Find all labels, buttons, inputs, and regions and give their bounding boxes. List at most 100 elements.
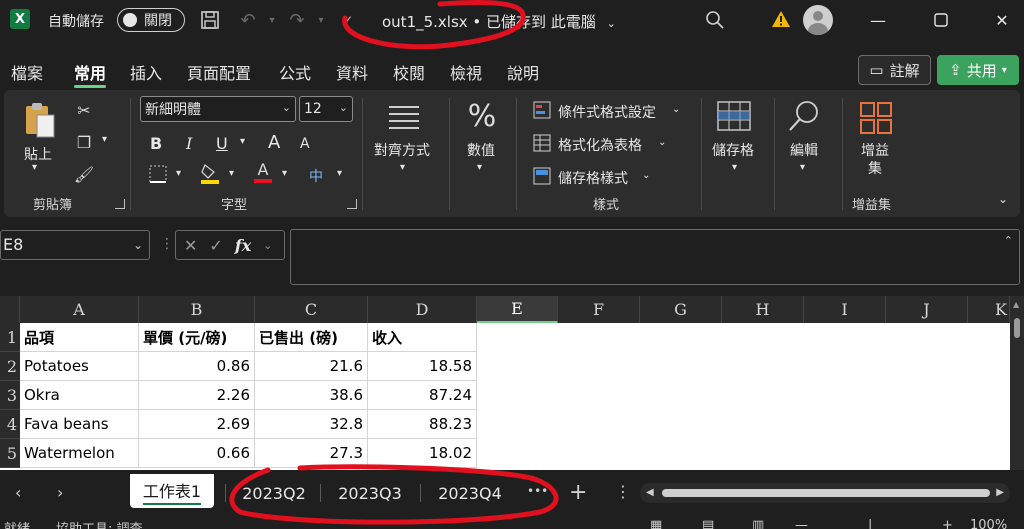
font-launcher-icon[interactable] [347, 199, 357, 209]
tab-view[interactable]: 檢視 [450, 60, 482, 84]
chevron-down-icon[interactable]: ⌄ [658, 137, 666, 148]
table-cell[interactable]: 0.66 [139, 439, 255, 468]
italic-button[interactable]: I [186, 134, 192, 153]
format-as-table-label[interactable]: 格式化為表格 [558, 135, 642, 155]
underline-dropdown-icon[interactable]: ▾ [240, 136, 245, 147]
editing-dropdown-icon[interactable]: ▾ [800, 162, 805, 173]
close-icon[interactable]: ✕ [990, 8, 1014, 32]
page-layout-view-icon[interactable]: ▤ [702, 518, 714, 529]
alignment-icon[interactable] [386, 102, 422, 132]
warning-icon[interactable] [771, 10, 791, 28]
table-cell[interactable]: 18.58 [368, 352, 477, 381]
horizontal-scrollbar[interactable]: ◀ ▶ [640, 483, 1010, 503]
phonetic-guide-button[interactable]: 中 [309, 166, 323, 186]
underline-button[interactable]: U [216, 134, 228, 153]
enter-icon[interactable]: ✓ [209, 236, 222, 255]
font-color-icon[interactable]: A [253, 160, 273, 184]
zoom-in-icon[interactable]: + [942, 518, 953, 529]
scrollbar-thumb[interactable] [1014, 318, 1020, 338]
cancel-icon[interactable]: ✕ [184, 236, 197, 255]
fill-color-icon[interactable] [200, 162, 220, 184]
select-all-corner[interactable] [0, 296, 20, 323]
table-cell[interactable]: 87.24 [368, 381, 477, 410]
font-color-dropdown-icon[interactable]: ▾ [282, 168, 287, 179]
borders-dropdown-icon[interactable]: ▾ [176, 168, 181, 179]
table-cell[interactable]: 88.23 [368, 410, 477, 439]
redo-icon[interactable]: ↷ [285, 8, 309, 32]
cells-dropdown-icon[interactable]: ▾ [732, 162, 737, 173]
add-ins-icon[interactable] [858, 100, 894, 136]
sheet-tab-2023q3[interactable]: 2023Q3 [323, 478, 417, 508]
tab-insert[interactable]: 插入 [130, 60, 162, 84]
table-cell[interactable]: 0.86 [139, 352, 255, 381]
borders-icon[interactable] [148, 164, 168, 184]
insert-function-button[interactable]: fx [235, 236, 251, 255]
autosave-toggle[interactable]: 關閉 [117, 8, 185, 32]
table-cell[interactable]: Potatoes [20, 352, 139, 381]
maximize-icon[interactable] [929, 8, 953, 32]
more-sheets-icon[interactable]: ••• [527, 484, 548, 498]
vertical-scrollbar[interactable]: ▲ [1010, 296, 1024, 470]
row-header[interactable]: 2 [0, 352, 20, 381]
spreadsheet-grid[interactable]: A B C D E F G H I J K 1 品項 單價 (元/磅) 已售出 … [0, 296, 1024, 470]
column-header-j[interactable]: J [886, 296, 968, 323]
table-cell[interactable]: 38.6 [255, 381, 368, 410]
format-as-table-icon[interactable] [532, 133, 552, 153]
scroll-left-icon[interactable]: ◀ [646, 487, 654, 498]
cut-icon[interactable]: ✂ [74, 100, 94, 120]
row-header[interactable]: 1 [0, 323, 20, 352]
add-ins-label[interactable]: 增益集 [860, 142, 890, 178]
paste-label[interactable]: 貼上 [24, 144, 52, 164]
chevron-down-icon[interactable]: ⌄ [642, 170, 650, 181]
percent-icon[interactable]: % [464, 98, 500, 134]
prev-sheet-icon[interactable]: ‹ [15, 483, 21, 502]
save-icon[interactable] [198, 8, 222, 32]
editing-search-icon[interactable] [786, 98, 822, 134]
column-header-a[interactable]: A [20, 296, 139, 323]
cell-styles-icon[interactable] [532, 166, 552, 186]
phonetic-dropdown-icon[interactable]: ▾ [337, 168, 342, 179]
paste-dropdown-icon[interactable]: ▾ [32, 162, 37, 173]
collapse-ribbon-icon[interactable]: ⌄ [998, 192, 1008, 206]
table-cell[interactable]: 品項 [20, 323, 139, 352]
sheet-tab-2023q2[interactable]: 2023Q2 [228, 478, 320, 508]
table-cell[interactable]: 18.02 [368, 439, 477, 468]
sheet-tab-sheet1[interactable]: 工作表1 [130, 474, 214, 508]
name-box[interactable]: E8 ⌄ [0, 230, 150, 260]
column-header-e[interactable]: E [477, 296, 558, 323]
table-cell[interactable]: Fava beans [20, 410, 139, 439]
scrollbar-thumb[interactable] [662, 489, 990, 497]
table-cell[interactable]: 32.8 [255, 410, 368, 439]
table-cell[interactable]: 收入 [368, 323, 477, 352]
table-cell[interactable]: 單價 (元/磅) [139, 323, 255, 352]
zoom-out-icon[interactable]: — [795, 518, 808, 529]
sheet-options-icon[interactable]: ⋮ [615, 482, 631, 501]
column-header-b[interactable]: B [139, 296, 255, 323]
row-header[interactable]: 4 [0, 410, 20, 439]
bold-button[interactable]: B [150, 134, 162, 153]
undo-icon[interactable]: ↶ [236, 8, 260, 32]
next-sheet-icon[interactable]: › [57, 483, 63, 502]
formula-input[interactable]: ⌃ [290, 229, 1020, 285]
font-name-select[interactable]: 新細明體 ⌄ [140, 96, 296, 122]
tab-file[interactable]: 檔案 [11, 60, 43, 84]
row-header[interactable]: 3 [0, 381, 20, 410]
expand-formula-icon[interactable]: ⌃ [1004, 234, 1013, 247]
column-header-k[interactable]: K [968, 296, 1010, 323]
table-cell[interactable]: Watermelon [20, 439, 139, 468]
cells-icon[interactable] [716, 100, 752, 132]
copy-dropdown-icon[interactable]: ▾ [102, 134, 107, 145]
search-icon[interactable] [703, 8, 727, 32]
table-cell[interactable]: 2.26 [139, 381, 255, 410]
column-header-h[interactable]: H [722, 296, 804, 323]
table-cell[interactable]: 2.69 [139, 410, 255, 439]
column-header-f[interactable]: F [558, 296, 640, 323]
share-button[interactable]: ⇪ 共用 ▾ [937, 55, 1019, 85]
document-title[interactable]: out1_5.xlsx • 已儲存到 此電腦 ⌄ [382, 11, 616, 32]
tab-formulas[interactable]: 公式 [279, 60, 311, 84]
column-header-c[interactable]: C [255, 296, 368, 323]
column-header-d[interactable]: D [368, 296, 477, 323]
row-header[interactable]: 5 [0, 439, 20, 468]
zoom-slider[interactable]: | [868, 518, 872, 529]
cell-styles-label[interactable]: 儲存格樣式 [558, 168, 628, 188]
